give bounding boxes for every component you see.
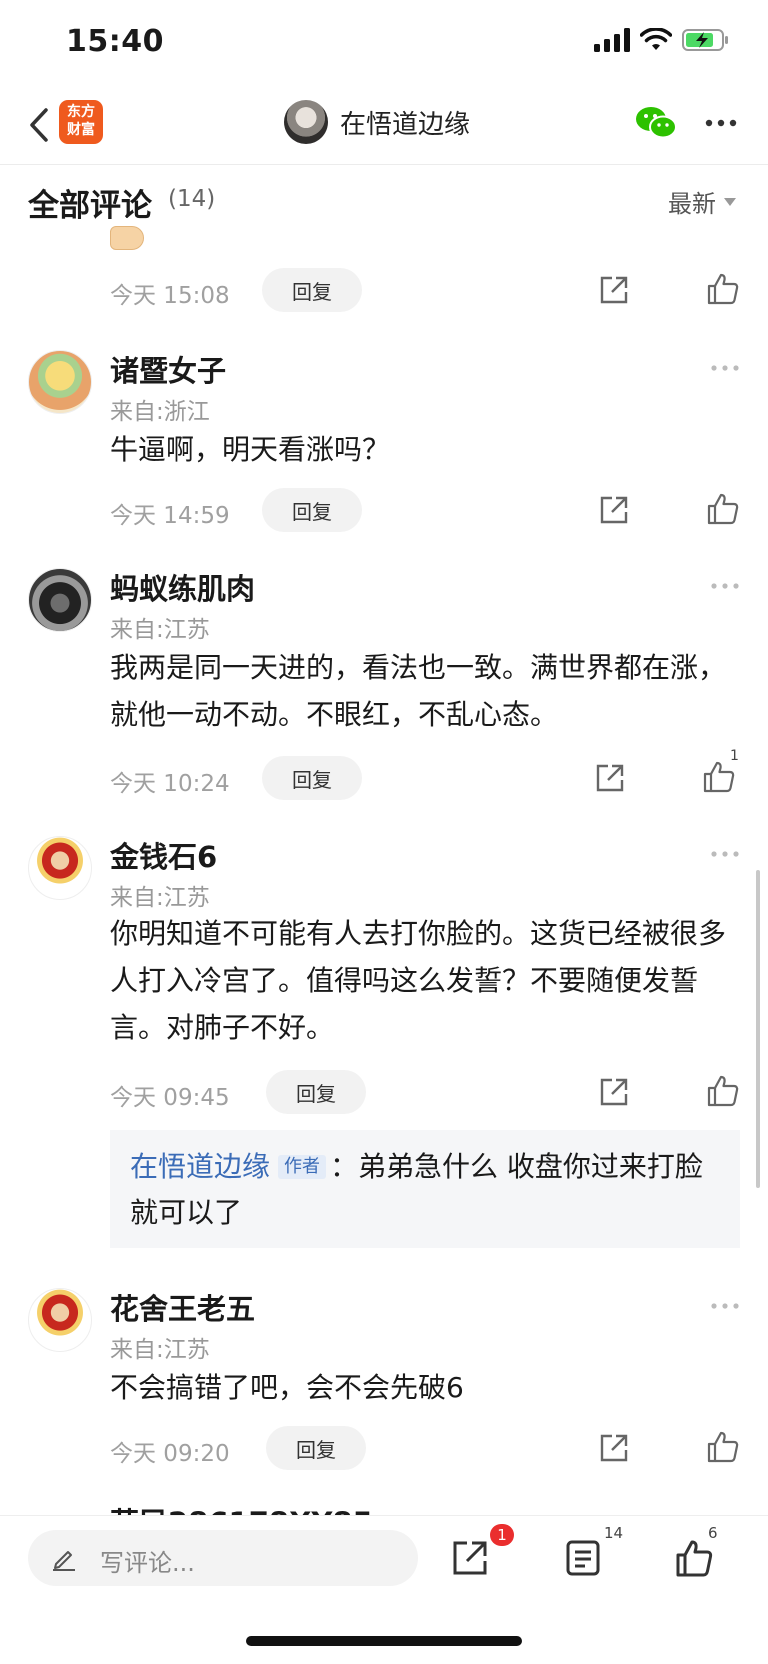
back-button[interactable] (22, 104, 54, 146)
comment-more-icon[interactable] (710, 582, 740, 590)
comment-location: 来自:江苏 (110, 885, 210, 911)
comment-input[interactable]: 写评论... (28, 1530, 418, 1586)
like-count: 6 (708, 1524, 718, 1542)
comment-meta-row: 今天 15:08 回复 (110, 268, 742, 312)
home-indicator (246, 1636, 522, 1646)
reply-button[interactable]: 回复 (266, 1070, 366, 1114)
comment-time: 今天 10:24 (110, 771, 230, 797)
comment-author-name[interactable]: 诸暨女子 (110, 348, 226, 390)
comments-count: (14) (168, 186, 216, 212)
comment-meta-row: 今天 09:20 回复 (110, 1426, 742, 1470)
comment-body: 我两是同一天进的，看法也一致。满世界都在涨，就他一动不动。不眼红，不乱心态。 (110, 651, 727, 731)
comment-author-name[interactable]: 花舍王老五 (110, 1286, 255, 1328)
thumbs-up-icon[interactable] (706, 1430, 740, 1464)
comment-more-icon[interactable] (710, 850, 740, 858)
reply-button[interactable]: 回复 (266, 1426, 366, 1470)
reply-button[interactable]: 回复 (262, 268, 362, 312)
thumbs-up-icon[interactable] (674, 1538, 714, 1578)
fist-emoji (110, 226, 144, 250)
cellular-signal-icon (594, 28, 630, 52)
comment-time: 今天 09:45 (110, 1085, 230, 1111)
share-icon[interactable] (598, 494, 630, 526)
thumbs-up-icon[interactable] (702, 760, 736, 794)
comment-body: 不会搞错了吧，会不会先破6 (110, 1371, 464, 1404)
comment-more-icon[interactable] (710, 364, 740, 372)
pen-icon (53, 1551, 75, 1571)
thumbs-up-icon[interactable] (706, 1074, 740, 1108)
comment-body: 牛逼啊，明天看涨吗？ (110, 433, 391, 466)
more-options-icon[interactable] (704, 116, 738, 130)
app-logo[interactable]: 东方 财富 (59, 100, 103, 144)
author-reply[interactable]: 在悟道边缘 作者 ：弟弟急什么 收盘你过来打脸就可以了 (110, 1130, 740, 1248)
sort-select[interactable]: 最新 (668, 184, 736, 219)
comment-more-icon[interactable] (710, 1302, 740, 1310)
thumbs-up-icon[interactable] (706, 272, 740, 306)
status-time: 15:40 (66, 24, 164, 59)
share-icon[interactable] (450, 1538, 490, 1578)
avatar[interactable] (28, 568, 92, 632)
comment-body: 你明知道不可能有人去打你脸的。这货已经被很多人打入冷宫了。值得吗这么发誓？不要随… (110, 917, 727, 1044)
caret-down-icon (724, 197, 736, 206)
share-badge: 1 (490, 1524, 514, 1546)
nav-avatar (284, 100, 328, 144)
comment-meta-row: 今天 09:45 回复 (110, 1070, 742, 1114)
avatar[interactable] (28, 1288, 92, 1352)
like-count: 1 (730, 748, 739, 764)
sort-label: 最新 (668, 190, 716, 218)
nav-title: 在悟道边缘 (340, 109, 471, 140)
status-bar: 15:40 (0, 0, 768, 86)
reply-author-name[interactable]: 在悟道边缘 (130, 1150, 270, 1183)
battery-charging-icon (682, 29, 728, 51)
comment-time: 今天 09:20 (110, 1441, 230, 1467)
comment-meta-row: 今天 10:24 回复 1 (110, 748, 742, 800)
wifi-icon (640, 28, 672, 50)
comment-author-name[interactable]: 金钱石6 (110, 834, 217, 876)
comment-input-placeholder: 写评论... (100, 1549, 195, 1577)
avatar[interactable] (28, 350, 92, 414)
comments-header: 全部评论 (14) 最新 (0, 166, 768, 226)
nav-bar: 东方 财富 在悟道边缘 (0, 86, 768, 165)
comment-time: 今天 14:59 (110, 503, 230, 529)
comment-location: 来自:江苏 (110, 1337, 210, 1363)
comment-list-icon[interactable] (563, 1538, 603, 1578)
comments-title: 全部评论 (28, 188, 152, 224)
comment-location: 来自:江苏 (110, 617, 210, 643)
share-icon[interactable] (598, 274, 630, 306)
reply-button[interactable]: 回复 (262, 756, 362, 800)
author-badge: 作者 (278, 1155, 327, 1179)
comment-location: 来自:浙江 (110, 399, 210, 425)
reply-button[interactable]: 回复 (262, 488, 362, 532)
share-icon[interactable] (594, 762, 626, 794)
share-icon[interactable] (598, 1432, 630, 1464)
status-icons (594, 28, 730, 52)
wechat-share-icon[interactable] (634, 104, 678, 142)
avatar[interactable] (28, 836, 92, 900)
thumbs-up-icon[interactable] (706, 492, 740, 526)
app-logo-text-line2: 财富 (67, 122, 95, 138)
comment-count: 14 (604, 1524, 624, 1542)
app-logo-text-line1: 东方 (67, 104, 95, 120)
comment-meta-row: 今天 14:59 回复 (110, 488, 742, 532)
nav-profile[interactable]: 在悟道边缘 (284, 100, 470, 144)
share-icon[interactable] (598, 1076, 630, 1108)
comment-author-name[interactable]: 蚂蚁练肌肉 (110, 566, 255, 608)
reply-separator: ： (330, 1150, 359, 1183)
comment-time: 今天 15:08 (110, 283, 230, 309)
scrollbar[interactable] (756, 870, 760, 1188)
